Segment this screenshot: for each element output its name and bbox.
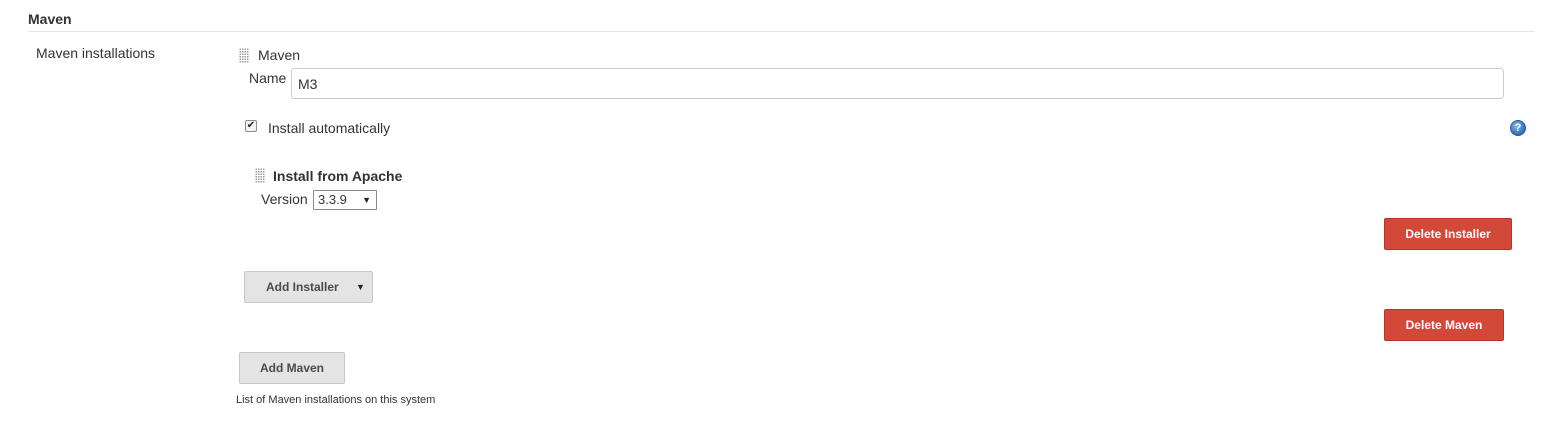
version-select[interactable]: 3.3.9 ▼ [313,190,377,210]
install-automatically-checkbox[interactable]: ✔ [245,120,257,132]
version-label: Version [261,191,308,207]
install-automatically-label: Install automatically [268,120,391,136]
add-installer-button[interactable]: Add Installer ▼ [244,271,373,303]
version-selected-value: 3.3.9 [318,192,347,207]
delete-installer-button[interactable]: Delete Installer [1384,218,1512,250]
installer-drag-handle-icon[interactable] [255,168,265,183]
add-installer-label: Add Installer [266,280,339,294]
drag-handle-icon[interactable] [239,48,249,63]
setting-name: Maven installations [36,45,156,61]
setting-description: List of Maven installations on this syst… [236,394,436,406]
section-title: Maven [28,11,72,27]
name-input[interactable] [291,68,1504,99]
dropdown-arrow-icon: ▼ [362,195,371,205]
section-divider [28,31,1535,32]
add-maven-button[interactable]: Add Maven [239,352,345,384]
help-icon[interactable]: ? [1510,120,1526,136]
delete-maven-button[interactable]: Delete Maven [1384,309,1504,341]
maven-installation-header: Maven [258,47,301,63]
dropdown-arrow-icon: ▼ [356,282,365,292]
name-label: Name [249,70,287,86]
installer-title: Install from Apache [273,168,403,184]
